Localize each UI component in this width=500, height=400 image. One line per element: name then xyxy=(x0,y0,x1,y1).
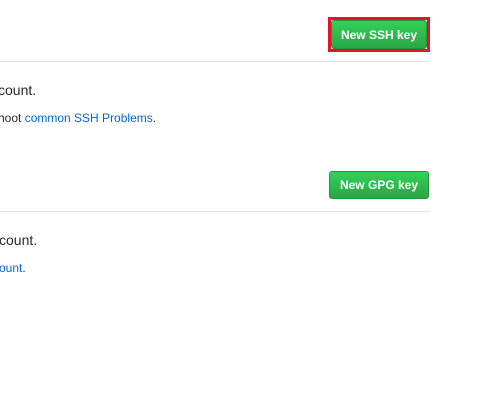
new-ssh-key-button[interactable]: New SSH key xyxy=(331,20,427,49)
divider xyxy=(0,211,430,212)
ssh-description: count. xyxy=(0,82,37,98)
common-ssh-problems-link[interactable]: common SSH Problems xyxy=(25,111,153,125)
gpg-help-suffix: . xyxy=(22,261,26,275)
gpg-help-link[interactable]: ount xyxy=(0,261,22,275)
divider xyxy=(0,61,430,62)
ssh-help-prefix: hoot xyxy=(0,111,25,125)
gpg-help-text: ount. xyxy=(0,261,26,275)
gpg-description: count. xyxy=(0,232,38,248)
ssh-help-suffix: . xyxy=(152,111,157,125)
ssh-help-text: hoot common SSH Problems. xyxy=(0,111,156,125)
new-gpg-key-button[interactable]: New GPG key xyxy=(329,171,429,199)
